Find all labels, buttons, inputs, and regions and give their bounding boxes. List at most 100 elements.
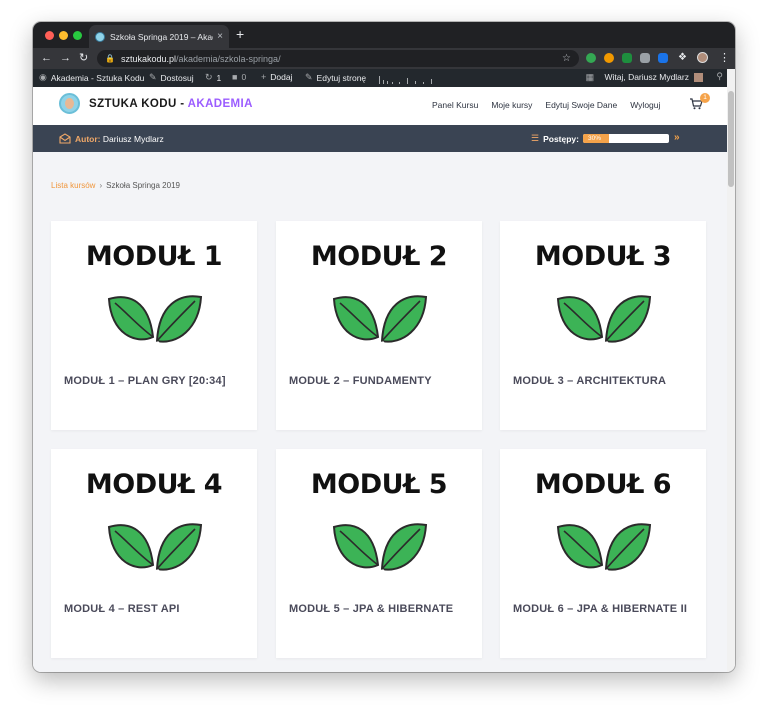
site-logo[interactable]: SZTUKA KODU - AKADEMIA [89, 98, 253, 110]
search-icon[interactable]: ⚲ [716, 71, 723, 82]
back-arrow-icon[interactable]: ← [41, 51, 52, 65]
module-title[interactable]: MODUŁ 5 – JPA & HIBERNATE [289, 602, 473, 616]
nav-moje-kursy[interactable]: Moje kursy [491, 100, 532, 110]
nav-wyloguj[interactable]: Wyloguj [630, 100, 660, 110]
browser-window: Szkoła Springa 2019 – Akademi × + ← → ↻ … [33, 22, 735, 672]
minimize-window-button[interactable] [59, 31, 68, 40]
wp-comments-link[interactable]: ■ 0 [232, 72, 246, 82]
logo-main-text: SZTUKA KODU - [89, 98, 188, 110]
site-favicon-icon [95, 31, 105, 42]
module-card[interactable]: MODUŁ 6 MODUŁ 6 – JPA & HIBERNATE II [500, 449, 706, 658]
extension-camera-icon[interactable] [640, 53, 650, 63]
comment-icon: ■ [232, 72, 238, 82]
address-bar[interactable]: 🔒 sztukakodu.pl/akademia/szkola-springa/… [97, 50, 579, 67]
wp-user-greeting[interactable]: ▦ Witaj, Dariusz Mydlarz [586, 72, 703, 83]
course-progress: ☰ Postępy: 30% [531, 133, 669, 144]
envelope-icon [59, 133, 71, 144]
author-name: Dariusz Mydlarz [102, 134, 164, 144]
module-card[interactable]: MODUŁ 1 MODUŁ 1 – PLAN GRY [20:34] [51, 221, 257, 430]
module-card[interactable]: MODUŁ 5 MODUŁ 5 – JPA & HIBERNATE [276, 449, 482, 658]
wp-comments-count: 0 [241, 72, 247, 82]
extension-orange-icon[interactable] [604, 53, 614, 63]
avatar-face [65, 98, 74, 109]
dashboard-icon: ◉ [39, 72, 47, 82]
leaves-icon [107, 295, 203, 345]
author-label: Autor: [75, 134, 101, 144]
module-title[interactable]: MODUŁ 2 – FUNDAMENTY [289, 374, 473, 388]
close-window-button[interactable] [45, 31, 54, 40]
puzzle-icon[interactable]: ❖ [678, 51, 687, 65]
author-bar: Autor: Dariusz Mydlarz ☰ Postępy: 30% » [33, 125, 727, 152]
module-thumbnail-heading: MODUŁ 3 [534, 241, 672, 272]
wp-site-name: Akademia - Sztuka Kodu [50, 72, 145, 83]
wp-customize-label: Dostosuj [160, 72, 194, 83]
module-title[interactable]: MODUŁ 3 – ARCHITEKTURA [513, 374, 697, 388]
double-chevron-right-icon[interactable]: » [674, 132, 680, 143]
lock-icon: 🔒 [105, 54, 115, 63]
chat-icon: ▦ [585, 72, 595, 82]
wp-admin-bar: ◉ Akademia - Sztuka Kodu ✎ Dostosuj ↻ 1 … [33, 69, 735, 87]
bookmark-star-icon[interactable]: ☆ [562, 53, 571, 64]
main-nav: Panel Kursu Moje kursy Edytuj Swoje Dane… [432, 100, 673, 110]
module-title[interactable]: MODUŁ 1 – PLAN GRY [20:34] [64, 374, 248, 388]
extension-blue-icon[interactable] [658, 53, 668, 63]
leaves-icon [107, 523, 203, 573]
progress-label: Postępy: [543, 133, 579, 144]
breadcrumb: Lista kursów › Szkoła Springa 2019 [51, 181, 180, 190]
list-icon: ☰ [531, 133, 540, 143]
extension-green-icon[interactable] [586, 53, 596, 63]
profile-avatar[interactable] [697, 52, 708, 63]
browser-toolbar: ← → ↻ 🔒 sztukakodu.pl/akademia/szkola-sp… [33, 48, 735, 69]
leaves-icon [332, 523, 428, 573]
tab-title: Szkoła Springa 2019 – Akademi [110, 31, 213, 42]
nav-edytuj-dane[interactable]: Edytuj Swoje Dane [545, 100, 617, 110]
menu-dots-icon[interactable]: ⋮ [719, 51, 730, 64]
module-thumbnail[interactable]: MODUŁ 5 [276, 449, 482, 589]
site-header: SZTUKA KODU - AKADEMIA Panel Kursu Moje … [33, 87, 727, 125]
module-thumbnail[interactable]: MODUŁ 6 [500, 449, 706, 589]
module-thumbnail-heading: MODUŁ 5 [310, 469, 448, 500]
author-info: Autor: Dariusz Mydlarz [75, 134, 164, 144]
breadcrumb-separator: › [99, 181, 103, 190]
tab-strip: Szkoła Springa 2019 – Akademi × + [33, 22, 735, 48]
logo-accent-text: AKADEMIA [187, 98, 253, 110]
course-content: Lista kursów › Szkoła Springa 2019 MODUŁ 1… [33, 152, 727, 672]
module-card[interactable]: MODUŁ 3 MODUŁ 3 – ARCHITEKTURA [500, 221, 706, 430]
forward-arrow-icon[interactable]: → [60, 51, 71, 65]
url-host: sztukakodu.pl [120, 53, 177, 64]
tab-close-icon[interactable]: × [217, 31, 223, 42]
progress-percent: 30% [587, 135, 601, 142]
maximize-window-button[interactable] [73, 31, 82, 40]
module-thumbnail[interactable]: MODUŁ 2 [276, 221, 482, 361]
module-card[interactable]: MODUŁ 4 MODUŁ 4 – REST API [51, 449, 257, 658]
wp-site-link[interactable]: ◉ Akademia - Sztuka Kodu [39, 72, 144, 83]
wp-updates-link[interactable]: ↻ 1 [205, 72, 221, 83]
updates-icon: ↻ [205, 72, 213, 82]
breadcrumb-current: Szkoła Springa 2019 [106, 181, 180, 190]
logo-avatar[interactable] [59, 93, 80, 114]
nav-panel-kursu[interactable]: Panel Kursu [432, 100, 478, 110]
leaves-icon [556, 523, 652, 573]
wp-customize-link[interactable]: ✎ Dostosuj [149, 72, 194, 83]
new-tab-button[interactable]: + [236, 27, 244, 41]
page-scrollbar[interactable] [727, 69, 735, 672]
scrollbar-thumb[interactable] [728, 91, 734, 187]
wp-add-new-link[interactable]: + Dodaj [261, 72, 292, 82]
leaves-icon [332, 295, 428, 345]
module-card[interactable]: MODUŁ 2 MODUŁ 2 – FUNDAMENTY [276, 221, 482, 430]
module-thumbnail[interactable]: MODUŁ 1 [51, 221, 257, 361]
cart-count-badge: 1 [700, 93, 710, 103]
breadcrumb-course-list-link[interactable]: Lista kursów [51, 181, 95, 190]
module-thumbnail-heading: MODUŁ 1 [85, 241, 223, 272]
wp-edit-page-link[interactable]: ✎ Edytuj stronę [305, 72, 366, 83]
extension-evernote-icon[interactable] [622, 53, 632, 63]
pencil-icon: ✎ [305, 72, 313, 82]
url-path: /akademia/szkola-springa/ [176, 53, 281, 64]
module-thumbnail[interactable]: MODUŁ 3 [500, 221, 706, 361]
module-title[interactable]: MODUŁ 6 – JPA & HIBERNATE II [513, 602, 697, 616]
module-title[interactable]: MODUŁ 4 – REST API [64, 602, 248, 616]
module-thumbnail[interactable]: MODUŁ 4 [51, 449, 257, 589]
wp-user-avatar [694, 73, 703, 83]
reload-icon[interactable]: ↻ [79, 51, 88, 65]
active-tab[interactable]: Szkoła Springa 2019 – Akademi × [89, 25, 229, 48]
